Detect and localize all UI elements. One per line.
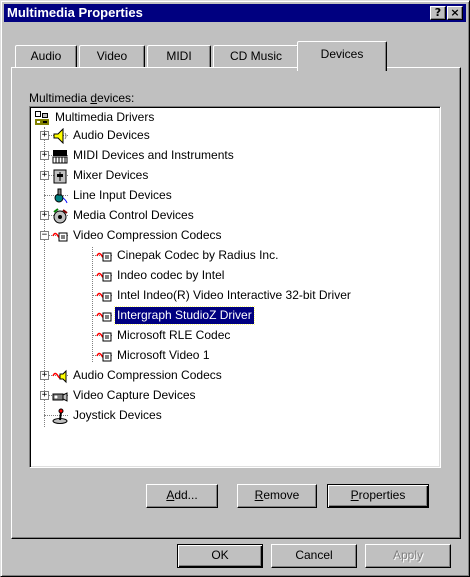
codec-icon bbox=[96, 292, 112, 302]
mixer-icon bbox=[53, 169, 67, 184]
codec-icon bbox=[96, 272, 112, 282]
title-bar[interactable]: Multimedia Properties ? × bbox=[4, 4, 466, 22]
multimedia-properties-window: Multimedia Properties ? × Audio Video MI… bbox=[0, 0, 470, 577]
remove-button[interactable]: Remove bbox=[237, 484, 317, 508]
expand-media-control-devices[interactable]: + bbox=[40, 211, 49, 220]
tab-video[interactable]: Video bbox=[79, 45, 145, 67]
selected-item-label: Intergraph StudioZ Driver bbox=[114, 306, 255, 325]
tab-cd-music[interactable]: CD Music bbox=[213, 45, 299, 67]
add-button[interactable]: Add... bbox=[146, 484, 218, 508]
tab-midi[interactable]: MIDI bbox=[147, 45, 211, 67]
help-button[interactable]: ? bbox=[430, 6, 446, 20]
speaker-icon bbox=[53, 128, 67, 144]
expand-midi-devices[interactable]: + bbox=[40, 151, 49, 160]
expand-video-capture-devices[interactable]: + bbox=[40, 391, 49, 400]
cancel-button[interactable]: Cancel bbox=[271, 544, 357, 568]
codec-icon bbox=[96, 352, 112, 362]
video-capture-icon bbox=[52, 392, 68, 402]
ok-button[interactable]: OK bbox=[177, 544, 263, 568]
collapse-video-compression-codecs[interactable]: − bbox=[40, 231, 49, 240]
midi-keyboard-icon bbox=[52, 150, 68, 164]
expand-mixer-devices[interactable]: + bbox=[40, 171, 49, 180]
properties-button[interactable]: Properties bbox=[327, 484, 429, 508]
audio-codec-icon bbox=[52, 369, 67, 384]
window-title: Multimedia Properties bbox=[7, 5, 143, 20]
codec-icon bbox=[96, 252, 112, 262]
codec-icon bbox=[96, 312, 112, 322]
tab-audio[interactable]: Audio bbox=[15, 45, 77, 67]
joystick-icon bbox=[52, 408, 68, 424]
close-button[interactable]: × bbox=[447, 6, 463, 20]
expand-audio-compression-codecs[interactable]: + bbox=[40, 371, 49, 380]
multimedia-devices-label: Multimedia devices: bbox=[29, 91, 135, 105]
expand-audio-devices[interactable]: + bbox=[40, 131, 49, 140]
codec-icon bbox=[96, 332, 112, 342]
multimedia-drivers-icon bbox=[35, 111, 49, 125]
tab-devices[interactable]: Devices bbox=[297, 41, 387, 71]
tree-line bbox=[92, 247, 93, 362]
codec-icon bbox=[52, 232, 68, 242]
devices-tree[interactable]: + + + + − + + Multimedia Drivers Audio D… bbox=[29, 106, 441, 468]
apply-button[interactable]: Apply bbox=[365, 544, 451, 568]
media-control-icon bbox=[53, 208, 68, 224]
line-input-icon bbox=[54, 188, 68, 204]
